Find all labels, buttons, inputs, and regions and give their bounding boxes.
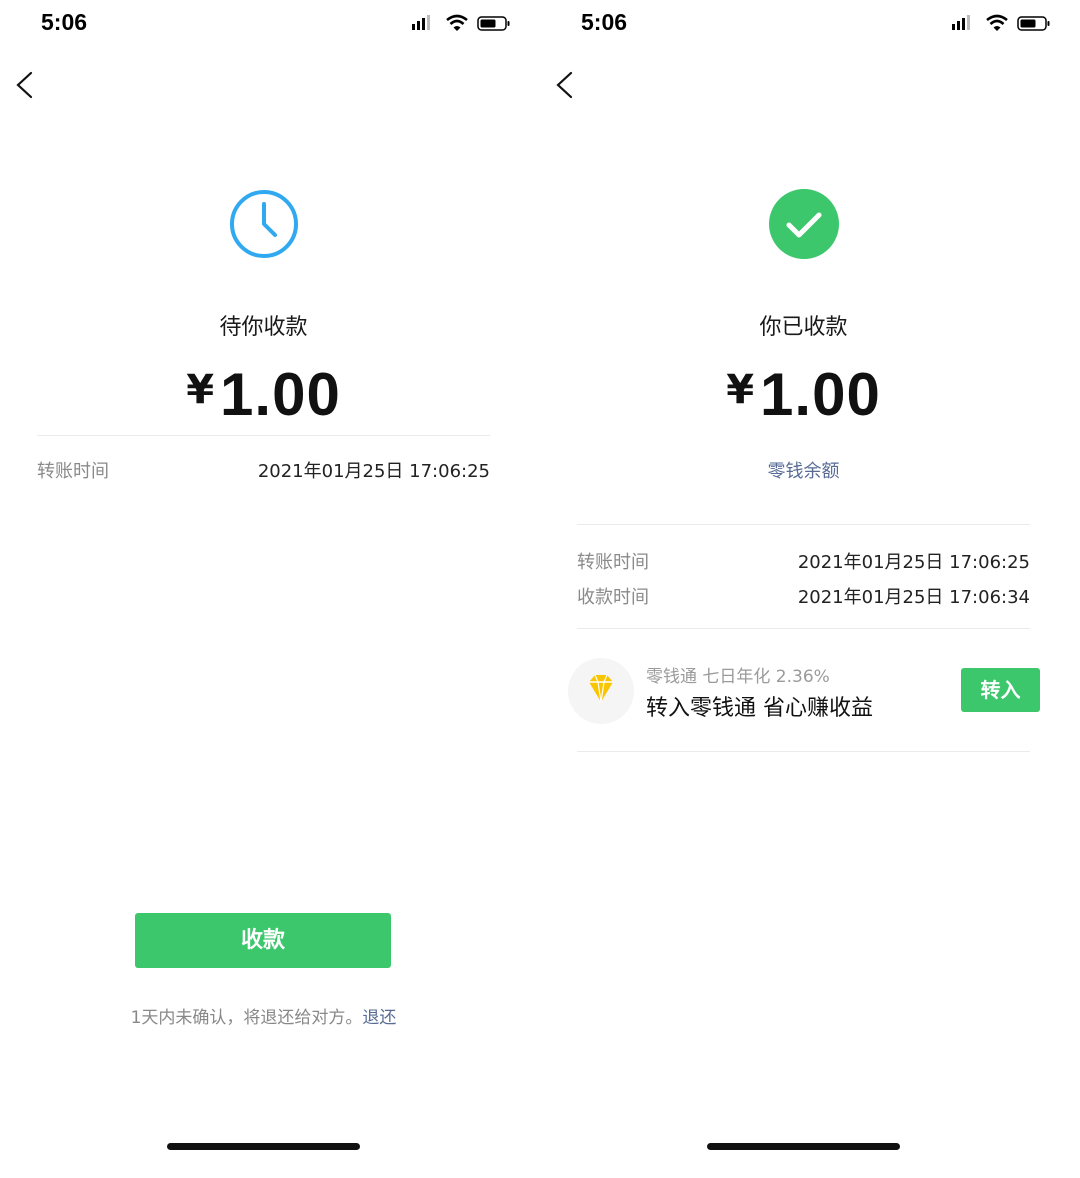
divider [577,751,1030,752]
back-chevron-icon[interactable] [553,70,581,100]
transfer-time-value: 2021年01月25日 17:06:25 [257,461,490,482]
status-icons [412,14,510,31]
transfer-time-value: 2021年01月25日 17:06:25 [797,552,1030,573]
back-chevron-icon[interactable] [13,70,41,100]
check-circle-icon [769,189,839,259]
home-indicator [707,1143,900,1150]
fund-icon-wrap [568,658,634,724]
receive-button[interactable]: 收款 [135,913,391,968]
signal-icon [952,15,970,30]
currency-symbol: ¥ [186,367,215,413]
amount: ¥1.00 [540,360,1067,429]
balance-link[interactable]: 零钱余额 [540,457,1067,483]
amount-value: 1.00 [220,361,341,428]
clock-icon [230,190,298,258]
pending-screen: 5:06 待你收款 ¥1.00 转账时间 2021年01月25日 17:06:2… [0,0,540,1178]
battery-icon [1017,16,1050,31]
battery-icon [477,16,510,31]
wifi-icon [446,14,468,31]
amount-value: 1.00 [760,361,881,428]
refund-note: 1天内未确认，将退还给对方。退还 [0,1003,527,1028]
currency-symbol: ¥ [726,367,755,413]
status-title: 你已收款 [759,315,848,340]
amount: ¥1.00 [0,360,527,429]
transfer-time-label: 转账时间 [577,552,649,573]
divider [577,524,1030,525]
fund-subtitle: 零钱通 七日年化 2.36% [646,667,830,687]
signal-icon [412,15,430,30]
status-icons [952,14,1050,31]
receive-time-label: 收款时间 [577,587,649,608]
home-indicator [167,1143,360,1150]
fund-title: 转入零钱通 省心赚收益 [646,696,873,721]
received-screen: 5:06 你已收款 ¥1.00 零钱余额 转账时间 2021年01月25日 17… [540,0,1080,1178]
refund-note-text: 1天内未确认，将退还给对方。 [130,1008,363,1028]
status-title: 待你收款 [219,315,308,340]
wifi-icon [986,14,1008,31]
receive-time-value: 2021年01月25日 17:06:34 [797,587,1030,608]
divider [37,435,490,436]
transfer-time-label: 转账时间 [37,461,109,482]
status-time: 5:06 [41,9,88,35]
diamond-icon [589,674,613,703]
status-time: 5:06 [581,9,628,35]
refund-link[interactable]: 退还 [362,1008,396,1028]
transfer-in-button[interactable]: 转入 [961,668,1040,712]
divider [577,628,1030,629]
